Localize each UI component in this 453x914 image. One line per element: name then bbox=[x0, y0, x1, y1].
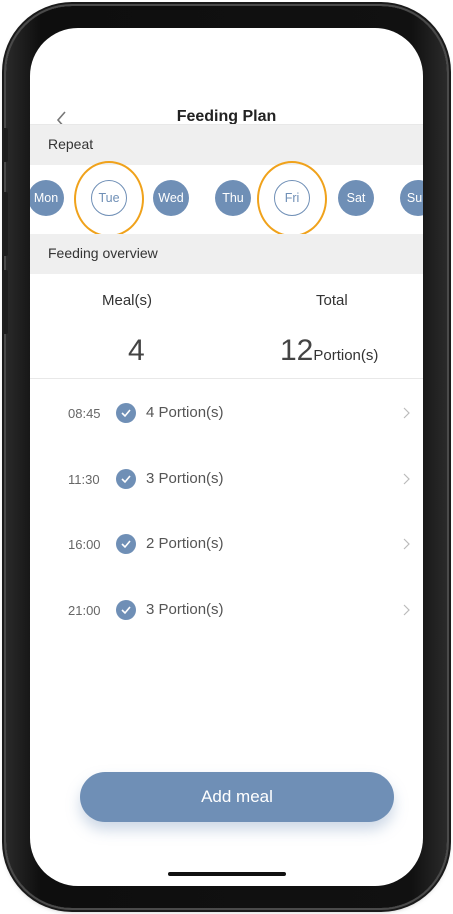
day-toggle-sat[interactable]: Sat bbox=[338, 180, 374, 216]
chevron-right-icon bbox=[403, 473, 410, 485]
overview-section-header: Feeding overview bbox=[30, 234, 423, 274]
clock-icon bbox=[116, 469, 136, 489]
meal-time: 08:45 bbox=[68, 406, 101, 421]
chevron-right-icon bbox=[403, 538, 410, 550]
chevron-right-icon bbox=[403, 407, 410, 419]
day-toggle-thu[interactable]: Thu bbox=[215, 180, 251, 216]
day-toggle-fri[interactable]: Fri bbox=[274, 180, 310, 216]
meal-row[interactable]: 08:45 4 Portion(s) bbox=[30, 394, 423, 434]
add-meal-button[interactable]: Add meal bbox=[80, 772, 394, 822]
meal-time: 21:00 bbox=[68, 603, 101, 618]
meal-portion: 4 Portion(s) bbox=[146, 404, 224, 421]
total-portions: 12Portion(s) bbox=[280, 334, 378, 368]
meal-portion: 3 Portion(s) bbox=[146, 601, 224, 618]
app-screen: Feeding Plan Repeat Mon Tue Wed Thu Fri Sat Su… bbox=[30, 28, 423, 886]
total-portions-unit: Portion(s) bbox=[313, 347, 379, 364]
clock-icon bbox=[116, 600, 136, 620]
clock-icon bbox=[116, 403, 136, 423]
meal-row[interactable]: 21:00 3 Portion(s) bbox=[30, 591, 423, 631]
repeat-section-header: Repeat bbox=[30, 125, 423, 165]
divider bbox=[30, 378, 423, 379]
meal-portion: 3 Portion(s) bbox=[146, 470, 224, 487]
day-toggle-sun[interactable]: Sun bbox=[400, 180, 423, 216]
total-heading: Total bbox=[316, 292, 348, 309]
day-selector: Mon Tue Wed Thu Fri Sat Sun bbox=[30, 161, 423, 237]
side-button bbox=[2, 128, 8, 162]
total-portions-value: 12 bbox=[280, 334, 314, 367]
meal-portion: 2 Portion(s) bbox=[146, 535, 224, 552]
day-toggle-tue[interactable]: Tue bbox=[91, 180, 127, 216]
day-toggle-wed[interactable]: Wed bbox=[153, 180, 189, 216]
side-button bbox=[2, 270, 8, 334]
chevron-right-icon bbox=[403, 604, 410, 616]
repeat-label: Repeat bbox=[48, 136, 94, 152]
meals-heading: Meal(s) bbox=[102, 292, 153, 309]
home-indicator bbox=[168, 872, 286, 876]
clock-icon bbox=[116, 534, 136, 554]
meal-row[interactable]: 16:00 2 Portion(s) bbox=[30, 525, 423, 565]
day-toggle-mon[interactable]: Mon bbox=[30, 180, 64, 216]
meals-count: 4 bbox=[128, 334, 145, 367]
overview-label: Feeding overview bbox=[48, 245, 158, 261]
meal-time: 11:30 bbox=[68, 472, 100, 487]
meal-row[interactable]: 11:30 3 Portion(s) bbox=[30, 460, 423, 500]
meal-time: 16:00 bbox=[68, 537, 101, 552]
side-button bbox=[2, 192, 8, 256]
